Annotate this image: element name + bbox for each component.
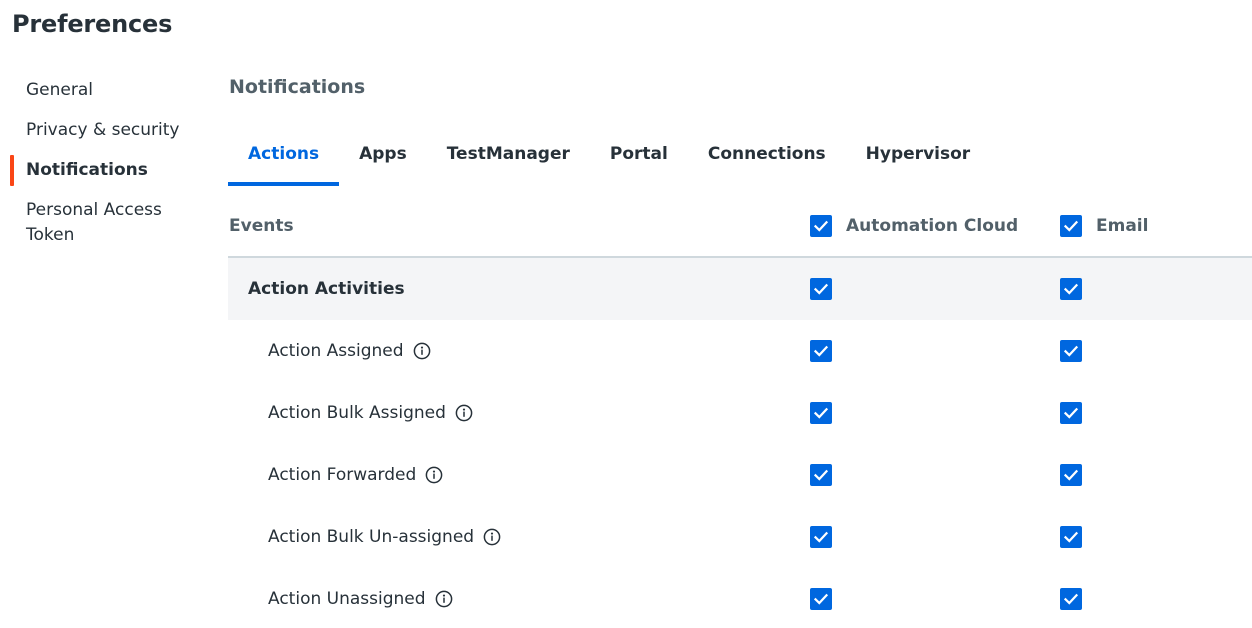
check-icon	[1063, 345, 1079, 357]
sidebar-item-general[interactable]: General	[10, 72, 200, 109]
check-icon	[1063, 407, 1079, 419]
row-label: Action Unassigned	[268, 589, 426, 609]
table-row: Action Forwarded	[228, 444, 1252, 506]
check-icon	[813, 345, 829, 357]
info-icon[interactable]	[413, 342, 431, 360]
automation-cloud-checkbox[interactable]	[810, 588, 832, 610]
check-icon	[813, 283, 829, 295]
tab-apps[interactable]: Apps	[339, 130, 427, 186]
automation-cloud-cell	[810, 588, 832, 610]
row-label-cell: Action Forwarded	[268, 465, 443, 485]
email-checkbox[interactable]	[1060, 402, 1082, 424]
info-icon[interactable]	[483, 528, 501, 546]
email-cell	[1060, 588, 1082, 610]
sidebar-item-personal-access-token[interactable]: Personal Access Token	[10, 192, 180, 254]
sidebar-item-label: Personal Access Token	[26, 200, 162, 245]
email-cell	[1060, 464, 1082, 486]
check-icon	[1063, 220, 1079, 232]
check-icon	[1063, 283, 1079, 295]
email-column-label: Email	[1096, 216, 1149, 236]
tab-portal[interactable]: Portal	[590, 130, 688, 186]
group-email-checkbox[interactable]	[1060, 278, 1082, 300]
row-label: Action Assigned	[268, 341, 404, 361]
email-cell	[1060, 526, 1082, 548]
automation-cloud-select-all-checkbox[interactable]	[810, 215, 832, 237]
email-checkbox[interactable]	[1060, 588, 1082, 610]
row-label: Action Bulk Assigned	[268, 403, 446, 423]
automation-cloud-checkbox[interactable]	[810, 464, 832, 486]
info-icon[interactable]	[425, 466, 443, 484]
row-label: Action Bulk Un-assigned	[268, 527, 475, 547]
group-automation-cloud-checkbox[interactable]	[810, 278, 832, 300]
check-icon	[813, 531, 829, 543]
email-checkbox[interactable]	[1060, 340, 1082, 362]
email-checkbox[interactable]	[1060, 526, 1082, 548]
table-row: Action Unassigned	[228, 568, 1252, 628]
check-icon	[813, 469, 829, 481]
notifications-table: Events Automation Cloud Email Action Act…	[228, 196, 1252, 628]
email-cell	[1060, 402, 1082, 424]
email-checkbox[interactable]	[1060, 464, 1082, 486]
check-icon	[1063, 469, 1079, 481]
automation-cloud-cell	[810, 402, 832, 424]
table-row: Action Assigned	[228, 320, 1252, 382]
page-title: Preferences	[12, 10, 173, 38]
tab-actions[interactable]: Actions	[228, 130, 340, 186]
automation-cloud-column-label: Automation Cloud	[846, 216, 1019, 236]
tab-connections[interactable]: Connections	[688, 130, 846, 186]
table-header-row: Events Automation Cloud Email	[228, 196, 1252, 258]
preferences-page: Preferences General Privacy & security N…	[0, 0, 1252, 628]
row-label-cell: Action Unassigned	[268, 589, 453, 609]
automation-cloud-checkbox[interactable]	[810, 402, 832, 424]
tab-hypervisor[interactable]: Hypervisor	[846, 130, 990, 186]
info-icon[interactable]	[435, 590, 453, 608]
tab-testmanager[interactable]: TestManager	[427, 130, 590, 186]
sidebar-item-label: General	[26, 80, 93, 100]
group-label: Action Activities	[248, 279, 405, 299]
automation-cloud-column-header: Automation Cloud	[810, 215, 1018, 237]
row-label: Action Forwarded	[268, 465, 417, 485]
check-icon	[1063, 531, 1079, 543]
table-row: Action Bulk Assigned	[228, 382, 1252, 444]
check-icon	[813, 593, 829, 605]
table-group-row: Action Activities	[228, 258, 1252, 320]
check-icon	[1063, 593, 1079, 605]
sidebar-item-label: Privacy & security	[26, 120, 180, 140]
email-select-all-checkbox[interactable]	[1060, 215, 1082, 237]
section-title: Notifications	[229, 76, 366, 98]
sidebar: General Privacy & security Notifications…	[10, 72, 200, 257]
email-column-header: Email	[1060, 215, 1148, 237]
check-icon	[813, 220, 829, 232]
check-icon	[813, 407, 829, 419]
row-label-cell: Action Assigned	[268, 341, 431, 361]
sidebar-item-privacy-security[interactable]: Privacy & security	[10, 112, 200, 149]
row-label-cell: Action Bulk Un-assigned	[268, 527, 501, 547]
group-automation-cloud-cell	[810, 278, 832, 300]
row-label-cell: Action Bulk Assigned	[268, 403, 473, 423]
automation-cloud-cell	[810, 340, 832, 362]
events-column-header: Events	[229, 216, 294, 236]
automation-cloud-cell	[810, 526, 832, 548]
sidebar-item-label: Notifications	[26, 160, 148, 180]
info-icon[interactable]	[455, 404, 473, 422]
email-cell	[1060, 340, 1082, 362]
automation-cloud-checkbox[interactable]	[810, 340, 832, 362]
group-email-cell	[1060, 278, 1082, 300]
automation-cloud-cell	[810, 464, 832, 486]
table-row: Action Bulk Un-assigned	[228, 506, 1252, 568]
sidebar-item-notifications[interactable]: Notifications	[10, 152, 200, 189]
automation-cloud-checkbox[interactable]	[810, 526, 832, 548]
tab-bar: Actions Apps TestManager Portal Connecti…	[228, 130, 990, 186]
